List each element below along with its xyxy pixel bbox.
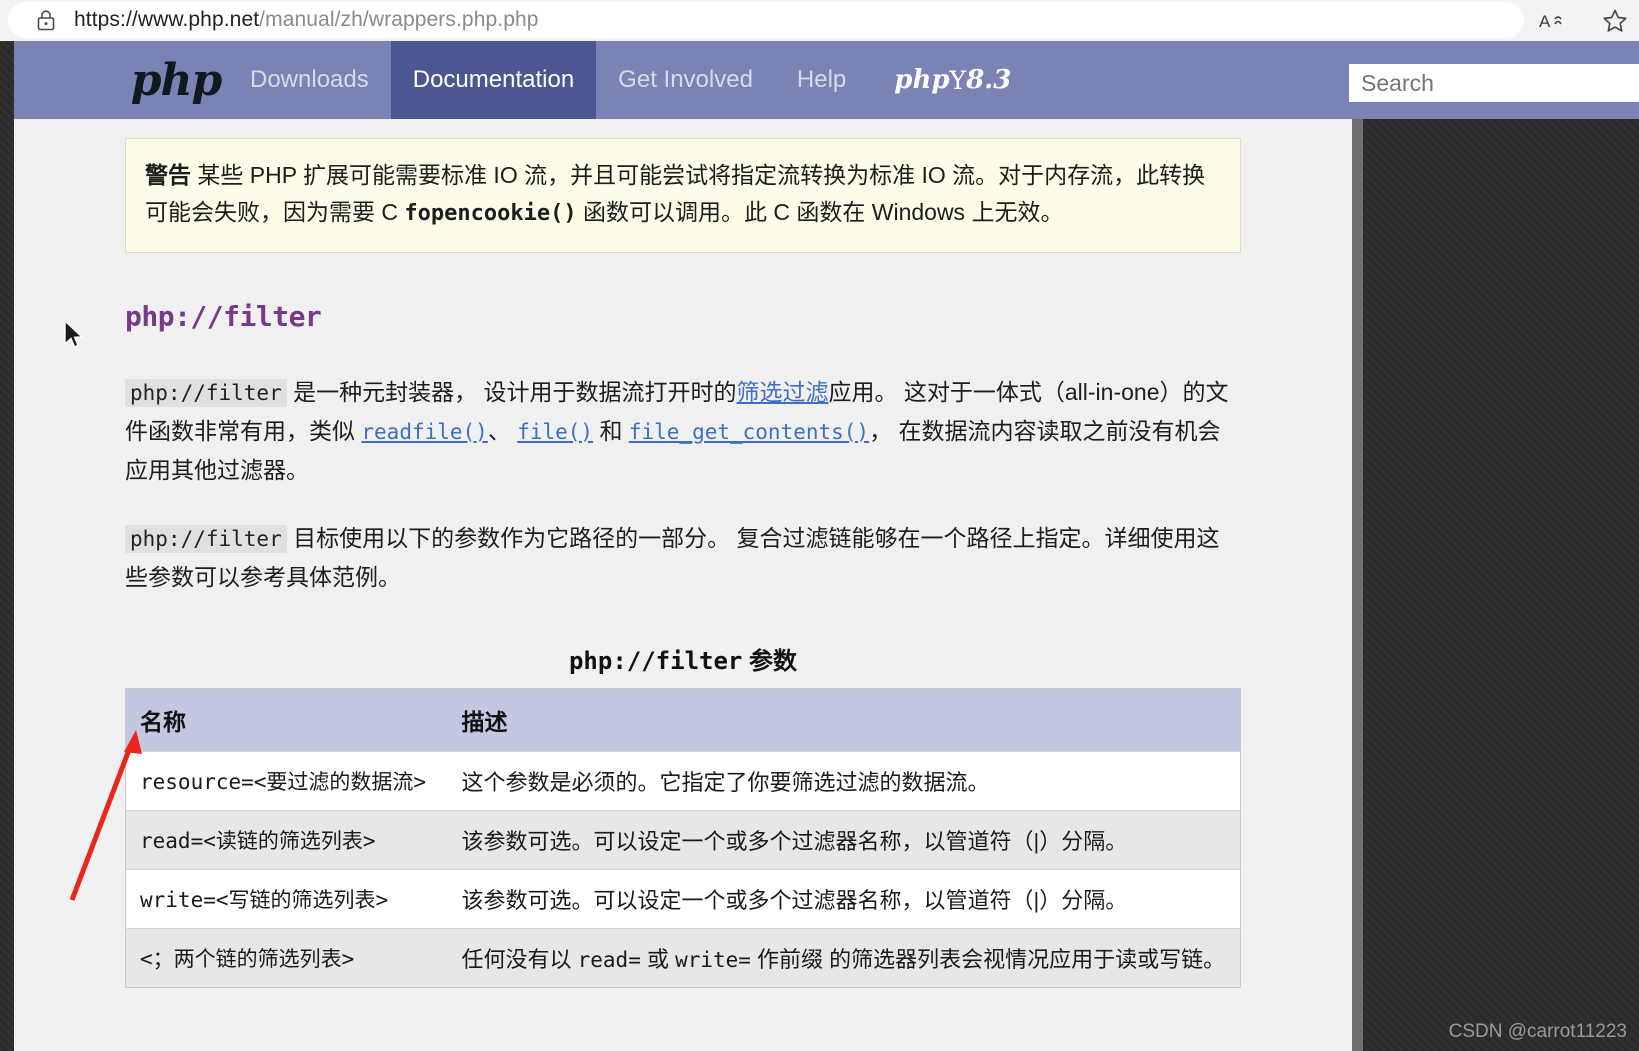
desc-code-write: write= xyxy=(675,948,751,972)
table-row: read=<读链的筛选列表> 该参数可选。可以设定一个或多个过滤器名称，以管道符… xyxy=(125,810,1241,870)
search-box[interactable] xyxy=(1349,64,1639,102)
nav-item-label: Documentation xyxy=(412,66,575,93)
page-title: php://filter xyxy=(125,300,322,333)
table-caption-suffix: 参数 xyxy=(742,648,798,675)
paragraph-text: 和 xyxy=(593,418,629,444)
desc-code-read: read= xyxy=(577,948,641,972)
cell-param-description: 该参数可选。可以设定一个或多个过滤器名称，以管道符（|）分隔。 xyxy=(447,810,1241,870)
cell-param-name: <；两个链的筛选列表> xyxy=(125,928,448,988)
column-header-description: 描述 xyxy=(447,688,1241,752)
cell-param-name: read=<读链的筛选列表> xyxy=(125,810,448,870)
lock-icon xyxy=(36,9,56,31)
nav-item-label: Get Involved xyxy=(618,66,753,93)
paragraph-text: 是一种元封装器， 设计用于数据流打开时的 xyxy=(286,379,737,405)
nav-version-badge[interactable]: php Υ 8.3 xyxy=(876,41,1029,119)
inline-code: php://filter xyxy=(125,525,287,553)
link-file[interactable]: file() xyxy=(517,420,593,444)
documentation-content: 警告 某些 PHP 扩展可能需要标准 IO 流，并且可能尝试将指定流转换为标准 … xyxy=(14,119,1352,1051)
cell-param-description: 任何没有以 read= 或 write= 作前缀 的筛选器列表会视情况应用于读或… xyxy=(447,928,1241,988)
paragraph-params: php://filter 目标使用以下的参数作为它路径的一部分。 复合过滤链能够… xyxy=(125,519,1241,596)
link-file-get-contents[interactable]: file_get_contents() xyxy=(629,420,869,444)
nav-item-label: Downloads xyxy=(250,66,369,93)
nav-version-logo: php xyxy=(894,65,950,95)
chrome-actions: A xyxy=(1539,0,1629,41)
nav-item-downloads[interactable]: Downloads xyxy=(228,41,391,119)
php-logo[interactable]: php xyxy=(124,41,228,119)
nav-item-documentation[interactable]: Documentation xyxy=(390,41,597,119)
paragraph-intro: php://filter 是一种元封装器， 设计用于数据流打开时的筛选过滤应用。… xyxy=(125,373,1241,489)
table-caption-code: php://filter xyxy=(568,647,743,675)
link-filter-apply[interactable]: 筛选过滤 xyxy=(737,379,829,405)
warning-code: fopencookie() xyxy=(404,201,577,226)
warning-callout: 警告 某些 PHP 扩展可能需要标准 IO 流，并且可能尝试将指定流转换为标准 … xyxy=(125,138,1241,253)
paragraph-text: 目标使用以下的参数作为它路径的一部分。 复合过滤链能够在一个路径上指定。详细使用… xyxy=(125,525,1220,590)
cell-param-name: resource=<要过滤的数据流> xyxy=(125,751,448,811)
parameters-table: 名称 描述 resource=<要过滤的数据流> 这个参数是必须的。它指定了你要… xyxy=(125,688,1241,988)
elephant-glyph: Υ xyxy=(949,65,967,95)
url-host: https://www.php.net xyxy=(74,8,260,31)
desc-text: 或 xyxy=(640,947,676,972)
column-header-name: 名称 xyxy=(125,688,448,752)
url-text: https://www.php.net/manual/zh/wrappers.p… xyxy=(74,8,539,32)
address-bar[interactable]: https://www.php.net/manual/zh/wrappers.p… xyxy=(8,2,1524,38)
search-input[interactable] xyxy=(1349,64,1639,102)
php-logo-text: php xyxy=(130,54,223,106)
table-row: write=<写链的筛选列表> 该参数可选。可以设定一个或多个过滤器名称，以管道… xyxy=(125,869,1241,929)
cell-param-description: 这个参数是必须的。它指定了你要筛选过滤的数据流。 xyxy=(447,751,1241,811)
browser-chrome: https://www.php.net/manual/zh/wrappers.p… xyxy=(0,0,1639,41)
nav-item-label: Help xyxy=(796,66,847,93)
nav-item-help[interactable]: Help xyxy=(775,41,868,119)
scroll-gutter[interactable] xyxy=(1352,119,1363,1051)
watermark: CSDN @carrot11223 xyxy=(1448,1021,1627,1042)
site-navigation: php Downloads Documentation Get Involved… xyxy=(14,41,1639,119)
desc-text: 作前缀 的筛选器列表会视情况应用于读或写链。 xyxy=(750,947,1226,972)
paragraph-text: 、 xyxy=(487,418,518,444)
table-row: resource=<要过滤的数据流> 这个参数是必须的。它指定了你要筛选过滤的数… xyxy=(125,751,1241,811)
desc-text: 任何没有以 xyxy=(461,947,578,972)
red-arrow-annotation xyxy=(50,720,160,910)
nav-version-number: 8.3 xyxy=(966,65,1012,95)
svg-text:A: A xyxy=(1539,12,1551,31)
cell-param-name: write=<写链的筛选列表> xyxy=(125,869,448,929)
link-readfile[interactable]: readfile() xyxy=(361,420,487,444)
read-aloud-icon[interactable]: A xyxy=(1539,7,1567,35)
table-header-row: 名称 描述 xyxy=(125,688,1241,752)
warning-label: 警告 xyxy=(145,162,191,188)
inline-code: php://filter xyxy=(125,379,287,407)
table-row: <；两个链的筛选列表> 任何没有以 read= 或 write= 作前缀 的筛选… xyxy=(125,928,1241,988)
mouse-cursor xyxy=(63,319,85,352)
table-caption: php://filter 参数 xyxy=(125,641,1241,676)
nav-item-get-involved[interactable]: Get Involved xyxy=(596,41,775,119)
cell-param-description: 该参数可选。可以设定一个或多个过滤器名称，以管道符（|）分隔。 xyxy=(447,869,1241,929)
warning-text-after: 函数可以调用。此 C 函数在 Windows 上无效。 xyxy=(576,199,1064,225)
url-path: /manual/zh/wrappers.php.php xyxy=(259,8,539,31)
star-icon[interactable] xyxy=(1601,7,1629,35)
